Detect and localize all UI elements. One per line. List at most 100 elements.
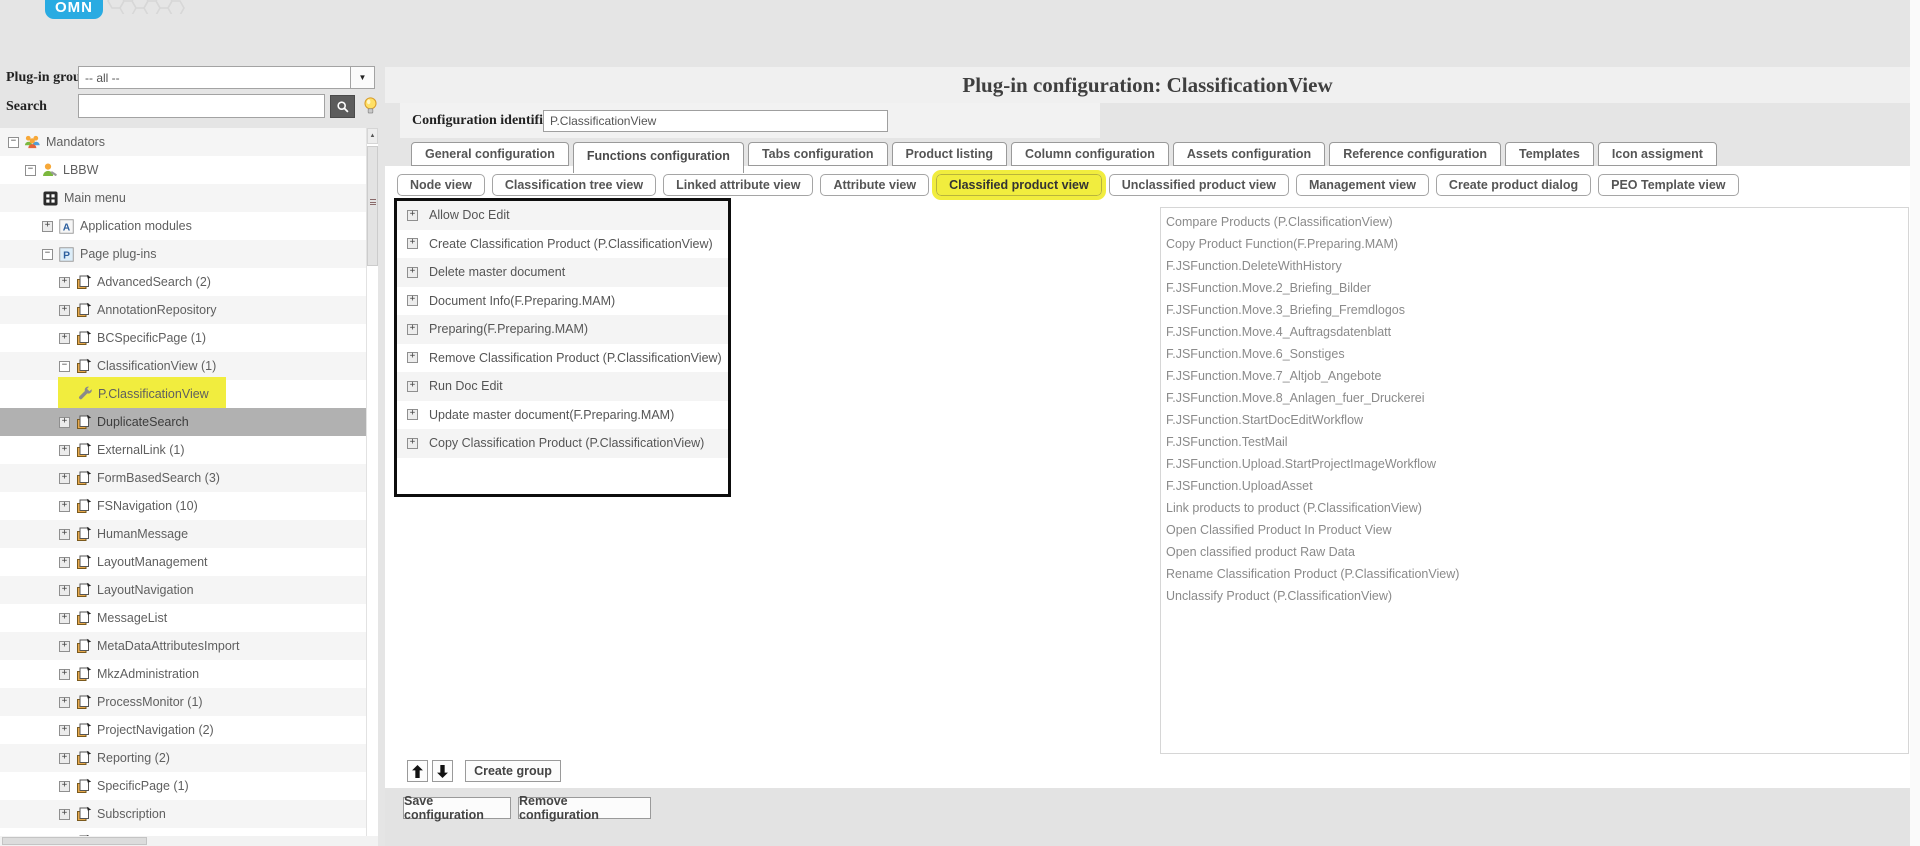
expand-icon[interactable]: + bbox=[59, 612, 70, 624]
expand-icon[interactable]: + bbox=[407, 352, 418, 364]
available-function-item[interactable]: F.JSFunction.Move.3_Briefing_Fremdlogos bbox=[1161, 299, 1908, 321]
expand-icon[interactable]: + bbox=[59, 472, 70, 484]
function-item[interactable]: + Delete master document bbox=[397, 258, 728, 287]
tree-item[interactable]: P.ClassificationView bbox=[0, 377, 366, 410]
expand-icon[interactable]: + bbox=[59, 668, 70, 680]
collapse-icon[interactable]: − bbox=[8, 136, 19, 148]
expand-icon[interactable]: + bbox=[59, 500, 70, 512]
function-item[interactable]: + Run Doc Edit bbox=[397, 372, 728, 401]
tab-product-listing[interactable]: Product listing bbox=[891, 142, 1008, 166]
subtab-linked-attribute-view[interactable]: Linked attribute view bbox=[663, 174, 814, 196]
expand-icon[interactable]: + bbox=[59, 332, 70, 344]
expand-icon[interactable]: + bbox=[59, 724, 70, 736]
tree-item[interactable]: + ProcessMonitor (1) bbox=[0, 688, 366, 716]
available-function-item[interactable]: F.JSFunction.Move.2_Briefing_Bilder bbox=[1161, 277, 1908, 299]
tab-assets-configuration[interactable]: Assets configuration bbox=[1172, 142, 1326, 166]
search-button[interactable] bbox=[330, 95, 355, 118]
tree-vertical-scrollbar-thumb[interactable] bbox=[367, 146, 378, 266]
move-up-button[interactable] bbox=[407, 760, 428, 782]
tree-horizontal-scrollbar[interactable] bbox=[0, 836, 378, 846]
tree-item[interactable]: + MetaDataAttributesImport bbox=[0, 632, 366, 660]
available-function-item[interactable]: F.JSFunction.Upload.StartProjectImageWor… bbox=[1161, 453, 1908, 475]
available-function-item[interactable]: F.JSFunction.Move.7_Altjob_Angebote bbox=[1161, 365, 1908, 387]
expand-icon[interactable]: + bbox=[407, 380, 418, 392]
function-item[interactable]: + Create Classification Product (P.Classi… bbox=[397, 229, 728, 258]
expand-icon[interactable]: + bbox=[59, 584, 70, 596]
expand-icon[interactable]: + bbox=[59, 276, 70, 288]
available-function-item[interactable]: Open classified product Raw Data bbox=[1161, 541, 1908, 563]
function-item[interactable]: + Update master document(F.Preparing.MAM) bbox=[397, 400, 728, 429]
available-function-item[interactable]: F.JSFunction.Move.8_Anlagen_fuer_Drucker… bbox=[1161, 387, 1908, 409]
tree-item[interactable]: − ClassificationView (1) bbox=[0, 352, 366, 380]
expand-icon[interactable]: + bbox=[407, 295, 418, 307]
available-function-item[interactable]: F.JSFunction.DeleteWithHistory bbox=[1161, 255, 1908, 277]
expand-icon[interactable]: + bbox=[59, 416, 70, 428]
expand-icon[interactable]: + bbox=[407, 437, 418, 449]
tree-item[interactable]: + DuplicateSearch bbox=[0, 408, 366, 436]
tree-item[interactable]: + ProjectNavigation (2) bbox=[0, 716, 366, 744]
tree-item[interactable]: − LBBW bbox=[0, 156, 366, 184]
expand-icon[interactable]: + bbox=[59, 752, 70, 764]
expand-icon[interactable]: + bbox=[407, 266, 418, 278]
tree-horizontal-scrollbar-thumb[interactable] bbox=[2, 837, 147, 845]
tree-item[interactable]: Main menu bbox=[0, 184, 366, 212]
tree-item[interactable]: + BCSpecificPage (1) bbox=[0, 324, 366, 352]
chevron-down-icon[interactable]: ▼ bbox=[350, 67, 374, 88]
tab-functions-configuration[interactable]: Functions configuration bbox=[572, 142, 744, 173]
remove-configuration-button[interactable]: Remove configuration bbox=[518, 794, 651, 822]
tree-item[interactable]: − P Page plug-ins bbox=[0, 240, 366, 268]
tree-vertical-scrollbar[interactable]: ▲ bbox=[366, 128, 378, 836]
expand-icon[interactable]: + bbox=[59, 640, 70, 652]
function-item[interactable]: + Allow Doc Edit bbox=[397, 201, 728, 230]
collapse-icon[interactable]: − bbox=[25, 164, 36, 176]
tree-item[interactable]: + FSNavigation (10) bbox=[0, 492, 366, 520]
scroll-up-icon[interactable]: ▲ bbox=[367, 128, 378, 144]
tree-item[interactable]: + Reporting (2) bbox=[0, 744, 366, 772]
expand-icon[interactable]: + bbox=[59, 444, 70, 456]
tree-item[interactable]: + LayoutManagement bbox=[0, 548, 366, 576]
search-input[interactable] bbox=[78, 94, 325, 118]
tab-column-configuration[interactable]: Column configuration bbox=[1011, 142, 1169, 166]
available-function-item[interactable]: Copy Product Function(F.Preparing.MAM) bbox=[1161, 233, 1908, 255]
tab-tabs-configuration[interactable]: Tabs configuration bbox=[747, 142, 888, 166]
subtab-node-view[interactable]: Node view bbox=[397, 174, 485, 196]
create-group-button[interactable]: Create group bbox=[465, 760, 561, 782]
function-item[interactable]: + Remove Classification Product (P.Classi… bbox=[397, 343, 728, 372]
available-function-item[interactable]: Compare Products (P.ClassificationView) bbox=[1161, 211, 1908, 233]
tab-reference-configuration[interactable]: Reference configuration bbox=[1329, 142, 1501, 166]
available-function-item[interactable]: Link products to product (P.Classificati… bbox=[1161, 497, 1908, 519]
collapse-icon[interactable]: − bbox=[42, 248, 53, 260]
expand-icon[interactable]: + bbox=[407, 238, 418, 250]
configuration-identifier-input[interactable] bbox=[543, 110, 888, 132]
subtab-classification-tree-view[interactable]: Classification tree view bbox=[491, 174, 657, 196]
expand-icon[interactable]: + bbox=[42, 220, 53, 232]
function-item[interactable]: + Copy Classification Product (P.Classifi… bbox=[397, 429, 728, 458]
subtab-management-view[interactable]: Management view bbox=[1295, 174, 1429, 196]
expand-icon[interactable]: + bbox=[59, 780, 70, 792]
tab-general-configuration[interactable]: General configuration bbox=[411, 142, 569, 166]
available-function-item[interactable]: F.JSFunction.TestMail bbox=[1161, 431, 1908, 453]
tree-item[interactable]: + MessageList bbox=[0, 604, 366, 632]
tree-item[interactable]: − Mandators bbox=[0, 128, 366, 156]
tree-item[interactable]: + LayoutNavigation bbox=[0, 576, 366, 604]
tree-item[interactable]: + SpecificPage (1) bbox=[0, 772, 366, 800]
available-function-item[interactable]: Open Classified Product In Product View bbox=[1161, 519, 1908, 541]
expand-icon[interactable]: + bbox=[59, 696, 70, 708]
subtab-unclassified-product-view[interactable]: Unclassified product view bbox=[1108, 174, 1289, 196]
expand-icon[interactable]: + bbox=[59, 528, 70, 540]
available-function-item[interactable]: Unclassify Product (P.ClassificationView… bbox=[1161, 585, 1908, 607]
tree-item[interactable]: + A Application modules bbox=[0, 212, 366, 240]
available-function-item[interactable]: F.JSFunction.StartDocEditWorkflow bbox=[1161, 409, 1908, 431]
tree-item[interactable]: + HumanMessage bbox=[0, 520, 366, 548]
expand-icon[interactable]: + bbox=[407, 323, 418, 335]
hint-button[interactable] bbox=[360, 93, 380, 118]
expand-icon[interactable]: + bbox=[59, 808, 70, 820]
function-item[interactable]: + Preparing(F.Preparing.MAM) bbox=[397, 315, 728, 344]
tab-icon-assigment[interactable]: Icon assigment bbox=[1597, 142, 1717, 166]
page-right-scrollbar[interactable] bbox=[1910, 0, 1920, 846]
subtab-peo-template-view[interactable]: PEO Template view bbox=[1598, 174, 1739, 196]
tab-templates[interactable]: Templates bbox=[1504, 142, 1594, 166]
tree-item[interactable]: + AnnotationRepository bbox=[0, 296, 366, 324]
subtab-attribute-view[interactable]: Attribute view bbox=[820, 174, 930, 196]
save-configuration-button[interactable]: Save configuration bbox=[403, 794, 511, 822]
